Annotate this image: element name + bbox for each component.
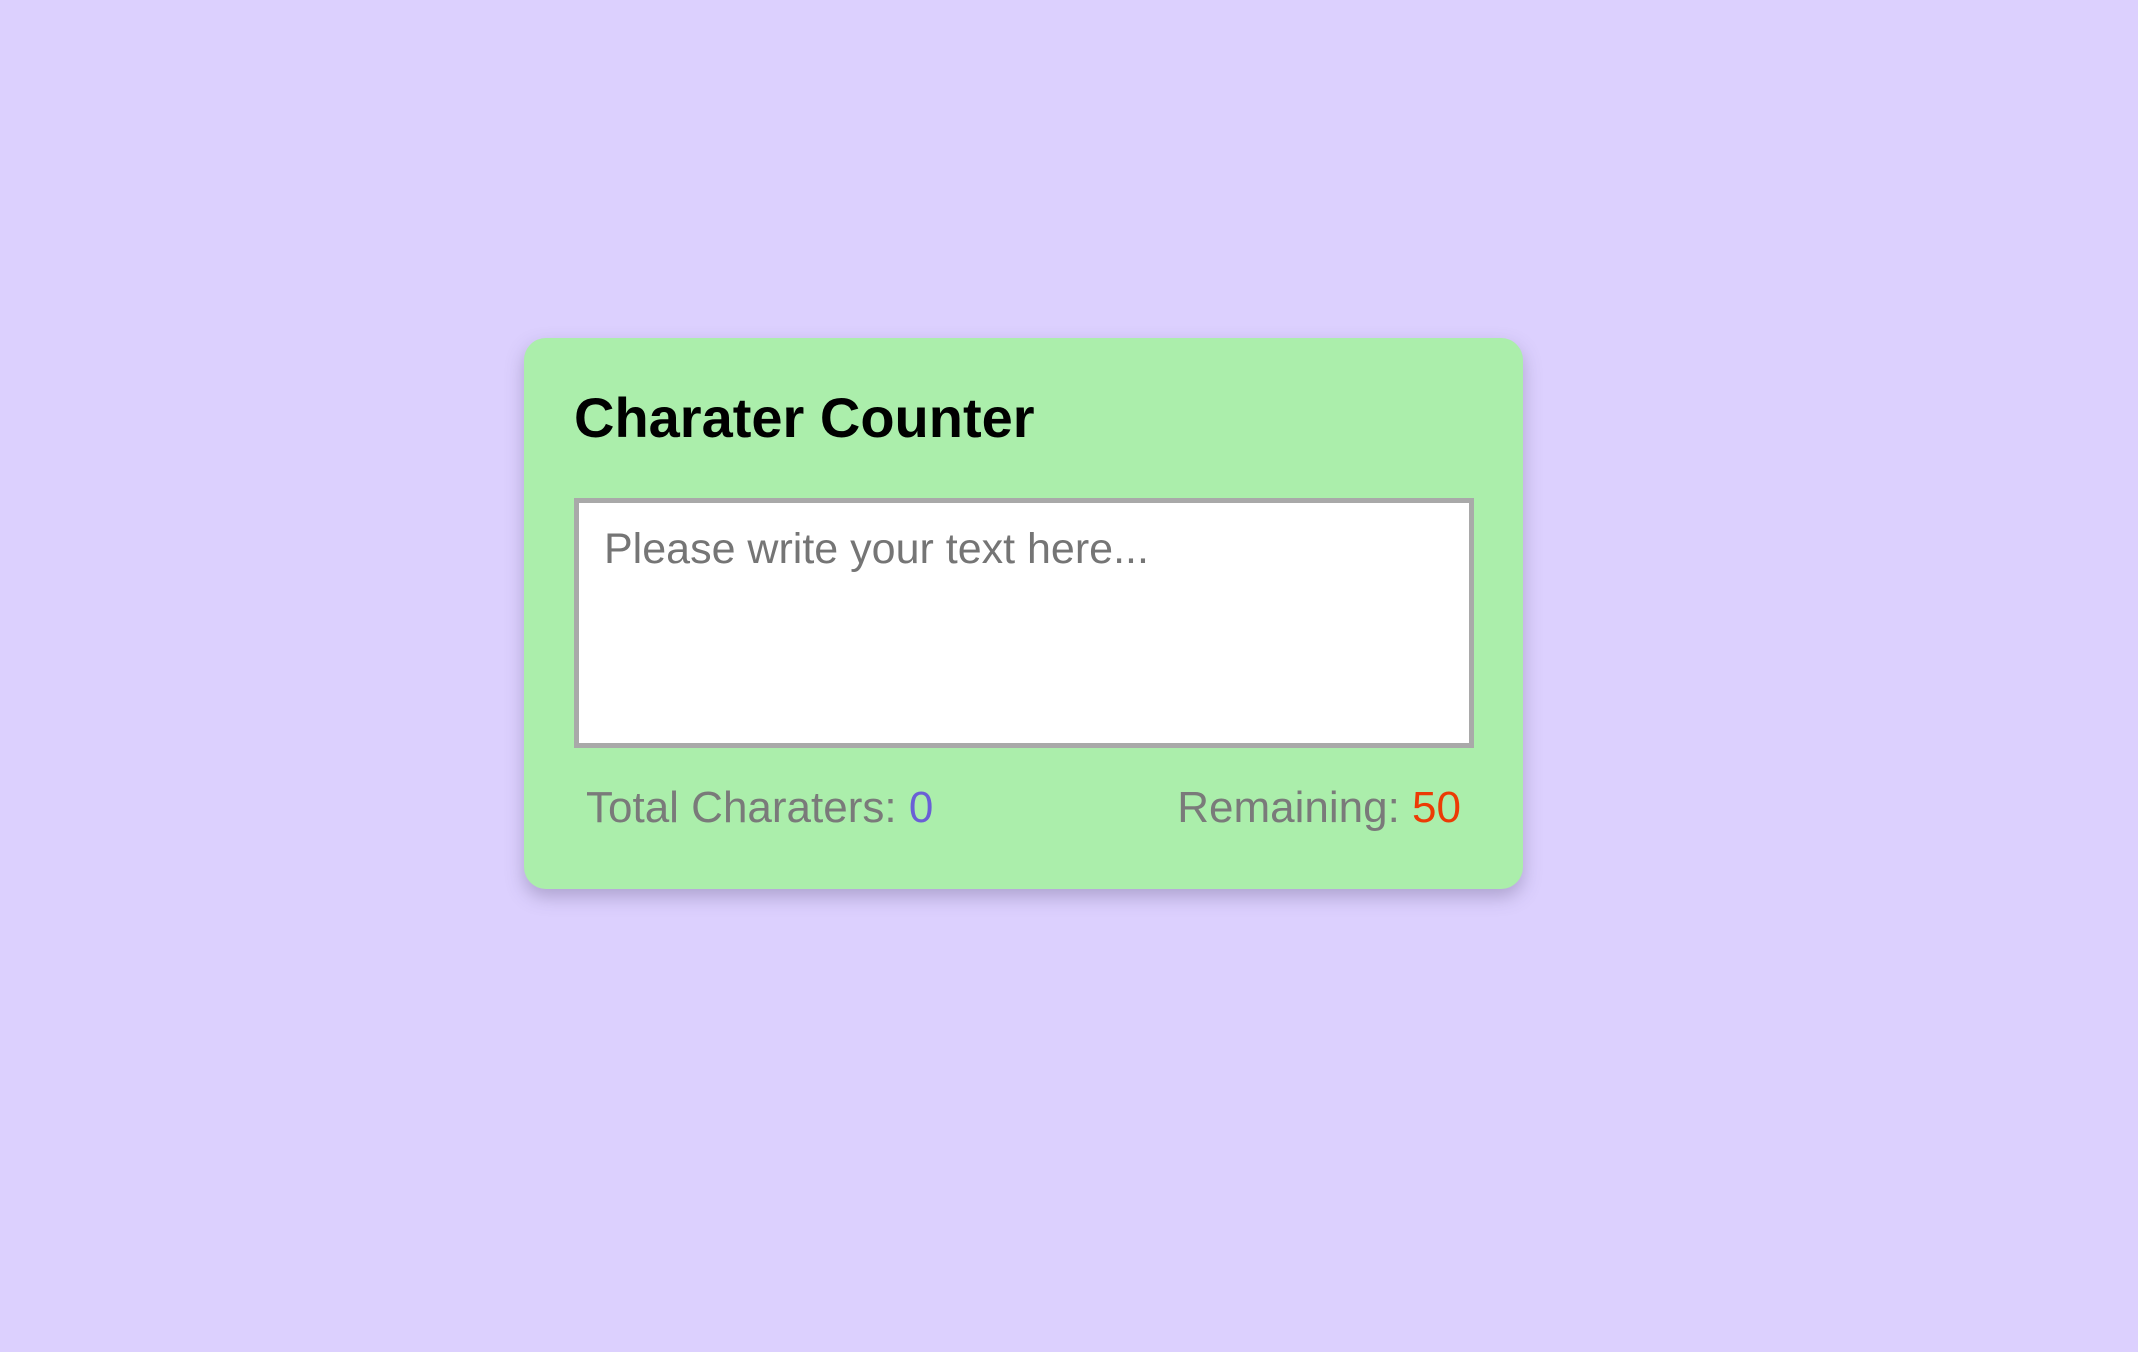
text-input[interactable] — [574, 498, 1474, 748]
stats-row: Total Charaters: 0 Remaining: 50 — [586, 786, 1461, 830]
remaining-label: Remaining: — [1177, 783, 1413, 832]
total-characters: Total Charaters: 0 — [586, 786, 933, 830]
total-characters-label: Total Charaters: — [586, 783, 909, 832]
page-title: Charater Counter — [574, 386, 1035, 449]
remaining-characters: Remaining: 50 — [1177, 786, 1461, 830]
remaining-value: 50 — [1412, 783, 1461, 832]
character-counter-card: Charater Counter Total Charaters: 0 Rema… — [524, 338, 1523, 889]
total-characters-value: 0 — [908, 783, 934, 832]
